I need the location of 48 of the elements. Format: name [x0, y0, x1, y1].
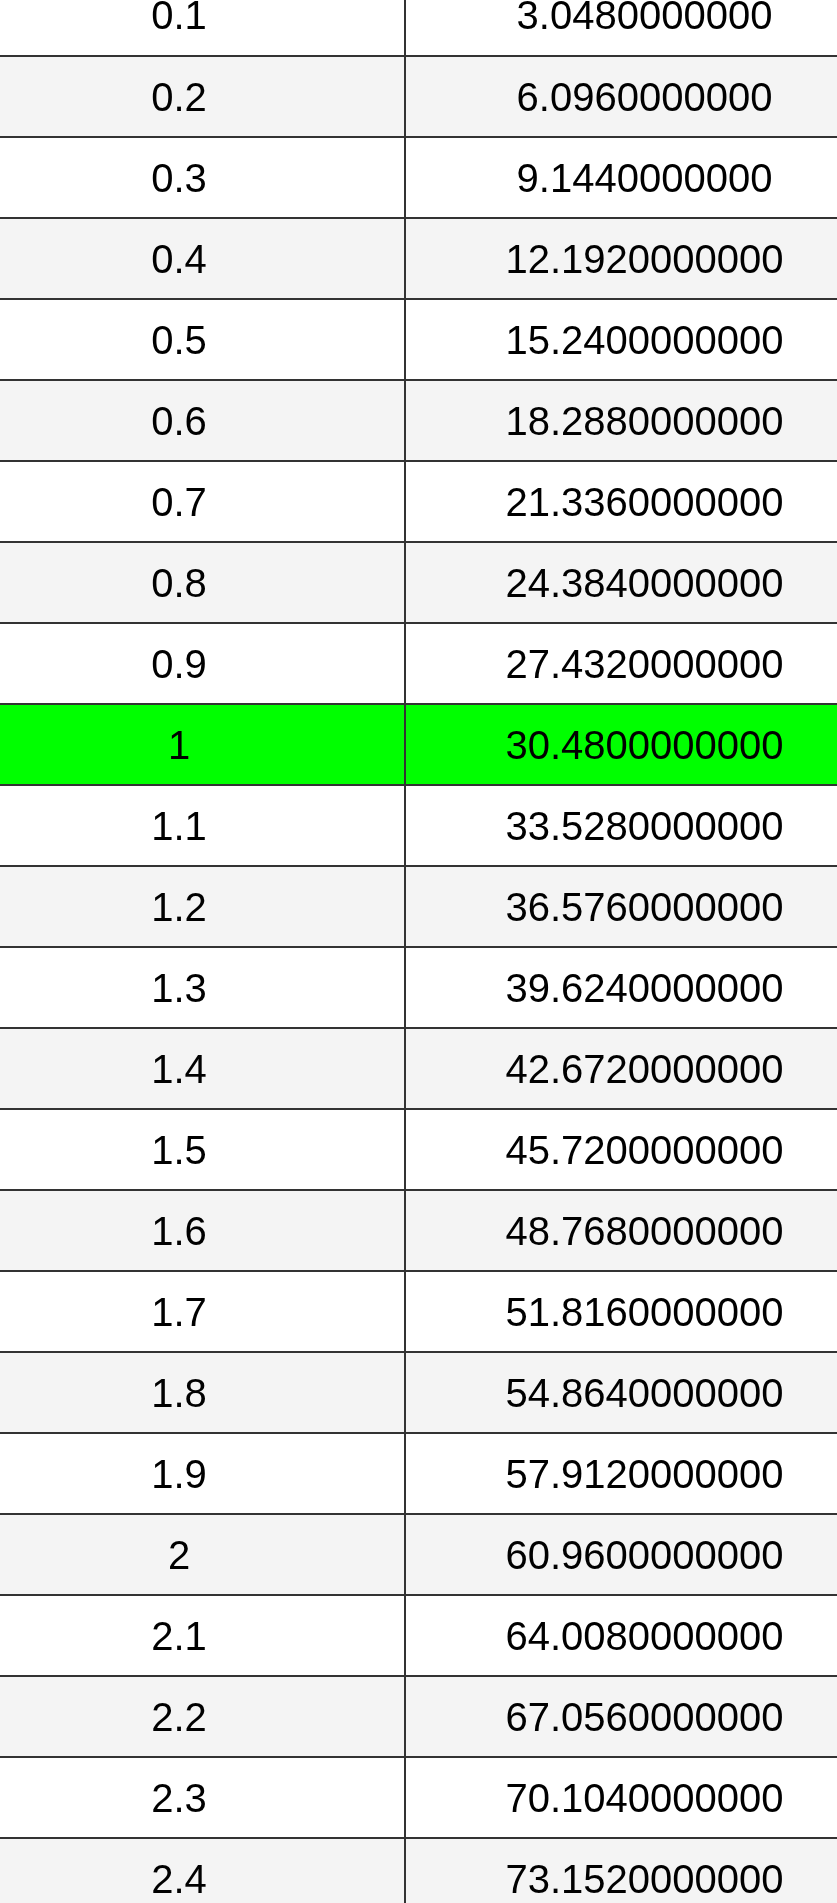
table-cell: 27.4320000000 — [405, 623, 837, 704]
table-cell: 54.8640000000 — [405, 1352, 837, 1433]
table-cell: 1.2 — [0, 866, 405, 947]
table-cell: 0.5 — [0, 299, 405, 380]
table-cell: 9.1440000000 — [405, 137, 837, 218]
table-cell: 73.1520000000 — [405, 1838, 837, 1903]
table-cell: 48.7680000000 — [405, 1190, 837, 1271]
table-cell: 1.1 — [0, 785, 405, 866]
table-cell: 1.9 — [0, 1433, 405, 1514]
table-cell: 1.5 — [0, 1109, 405, 1190]
table-cell: 0.1 — [0, 0, 405, 56]
table-cell: 24.3840000000 — [405, 542, 837, 623]
table-cell: 1.4 — [0, 1028, 405, 1109]
table-cell: 42.6720000000 — [405, 1028, 837, 1109]
table-cell: 2.1 — [0, 1595, 405, 1676]
table-cell: 57.9120000000 — [405, 1433, 837, 1514]
table-cell: 67.0560000000 — [405, 1676, 837, 1757]
table-cell: 0.7 — [0, 461, 405, 542]
table-cell: 1.8 — [0, 1352, 405, 1433]
table-cell: 51.8160000000 — [405, 1271, 837, 1352]
table-cell: 64.0080000000 — [405, 1595, 837, 1676]
table-cell: 0.2 — [0, 56, 405, 137]
highlighted-table-cell: 1 — [0, 704, 405, 785]
table-cell: 60.9600000000 — [405, 1514, 837, 1595]
table-cell: 12.1920000000 — [405, 218, 837, 299]
highlighted-table-cell: 30.4800000000 — [405, 704, 837, 785]
table-cell: 2.2 — [0, 1676, 405, 1757]
table-cell: 3.0480000000 — [405, 0, 837, 56]
table-cell: 2.3 — [0, 1757, 405, 1838]
table-cell: 0.6 — [0, 380, 405, 461]
table-cell: 70.1040000000 — [405, 1757, 837, 1838]
table-cell: 39.6240000000 — [405, 947, 837, 1028]
table-cell: 2 — [0, 1514, 405, 1595]
table-cell: 18.2880000000 — [405, 380, 837, 461]
table-cell: 1.6 — [0, 1190, 405, 1271]
table-cell: 0.3 — [0, 137, 405, 218]
table-cell: 0.4 — [0, 218, 405, 299]
table-cell: 36.5760000000 — [405, 866, 837, 947]
table-cell: 45.7200000000 — [405, 1109, 837, 1190]
table-cell: 1.7 — [0, 1271, 405, 1352]
table-cell: 1.3 — [0, 947, 405, 1028]
table-cell: 33.5280000000 — [405, 785, 837, 866]
table-cell: 21.3360000000 — [405, 461, 837, 542]
table-cell: 15.2400000000 — [405, 299, 837, 380]
table-cell: 2.4 — [0, 1838, 405, 1903]
table-cell: 6.0960000000 — [405, 56, 837, 137]
table-cell: 0.9 — [0, 623, 405, 704]
table-cell: 0.8 — [0, 542, 405, 623]
